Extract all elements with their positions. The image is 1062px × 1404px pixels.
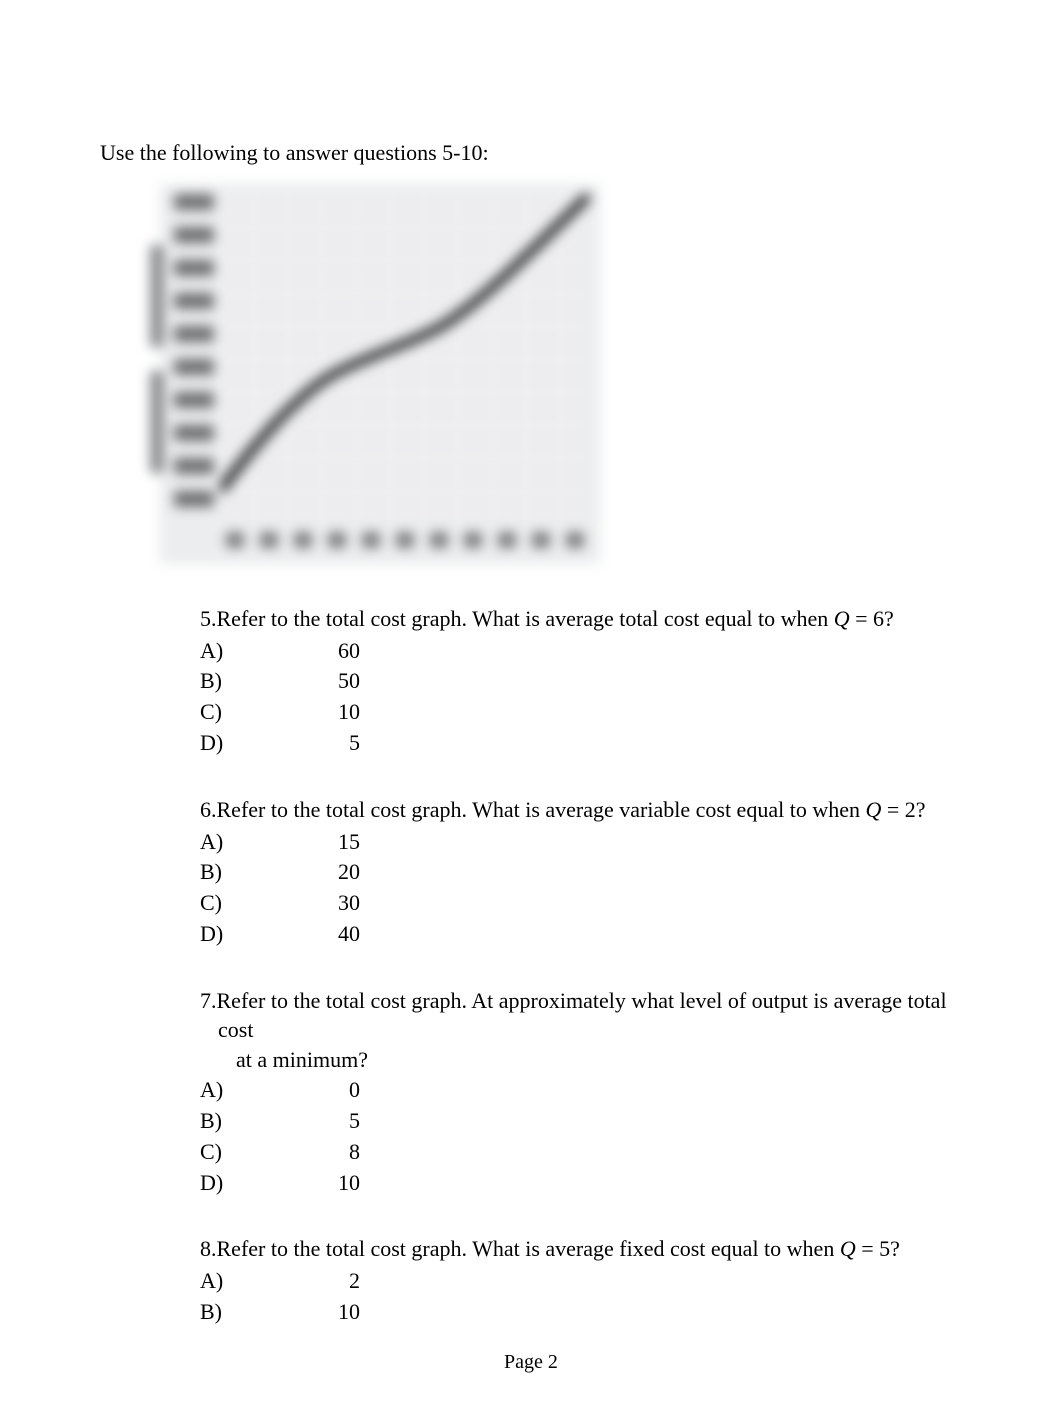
question-5-text: 5.Refer to the total cost graph. What is… — [200, 604, 962, 634]
question-text-post: = 6? — [850, 606, 894, 631]
chart-curve — [220, 194, 590, 524]
question-8-options: A)2 B)10 — [200, 1266, 962, 1328]
option-row: A)60 — [200, 636, 962, 667]
question-6: 6.Refer to the total cost graph. What is… — [200, 795, 962, 950]
question-5: 5.Refer to the total cost graph. What is… — [200, 604, 962, 759]
option-letter: B) — [200, 666, 310, 697]
option-row: D)10 — [200, 1168, 962, 1199]
option-row: A)15 — [200, 827, 962, 858]
chart-y-ticks — [160, 194, 220, 524]
option-row: D)40 — [200, 919, 962, 950]
option-row: C)30 — [200, 888, 962, 919]
question-text-pre: Refer to the total cost graph. What is a… — [217, 1236, 840, 1261]
option-row: B)5 — [200, 1106, 962, 1137]
option-letter: B) — [200, 1297, 310, 1328]
option-letter: B) — [200, 857, 310, 888]
option-value: 10 — [310, 1168, 360, 1199]
option-letter: C) — [200, 1137, 310, 1168]
question-7: 7.Refer to the total cost graph. At appr… — [200, 986, 962, 1199]
question-8-text: 8.Refer to the total cost graph. What is… — [200, 1234, 962, 1264]
option-value: 40 — [310, 919, 360, 950]
question-7-options: A)0 B)5 C)8 D)10 — [200, 1075, 962, 1198]
option-letter: A) — [200, 827, 310, 858]
option-letter: D) — [200, 728, 310, 759]
total-cost-chart — [160, 184, 600, 564]
option-value: 10 — [310, 697, 360, 728]
option-value: 2 — [310, 1266, 360, 1297]
option-value: 60 — [310, 636, 360, 667]
question-number: 6. — [200, 797, 217, 822]
question-6-text: 6.Refer to the total cost graph. What is… — [200, 795, 962, 825]
question-number: 7. — [200, 988, 217, 1013]
option-letter: A) — [200, 1266, 310, 1297]
question-variable: Q — [865, 797, 881, 822]
option-row: C)8 — [200, 1137, 962, 1168]
option-letter: A) — [200, 1075, 310, 1106]
option-row: B)20 — [200, 857, 962, 888]
question-variable: Q — [834, 606, 850, 631]
option-row: B)10 — [200, 1297, 962, 1328]
question-7-subline: at a minimum? — [200, 1047, 962, 1073]
question-text-post: = 5? — [856, 1236, 900, 1261]
question-number: 8. — [200, 1236, 217, 1261]
option-letter: D) — [200, 1168, 310, 1199]
option-letter: C) — [200, 697, 310, 728]
chart-container — [160, 184, 962, 564]
option-value: 8 — [310, 1137, 360, 1168]
option-value: 5 — [310, 728, 360, 759]
instruction-text: Use the following to answer questions 5-… — [100, 140, 962, 166]
question-text-pre: Refer to the total cost graph. What is a… — [217, 797, 866, 822]
option-letter: D) — [200, 919, 310, 950]
question-5-options: A)60 B)50 C)10 D)5 — [200, 636, 962, 759]
question-6-options: A)15 B)20 C)30 D)40 — [200, 827, 962, 950]
question-8: 8.Refer to the total cost graph. What is… — [200, 1234, 962, 1327]
option-value: 50 — [310, 666, 360, 697]
option-value: 0 — [310, 1075, 360, 1106]
option-letter: A) — [200, 636, 310, 667]
option-row: A)0 — [200, 1075, 962, 1106]
question-7-text: 7.Refer to the total cost graph. At appr… — [200, 986, 962, 1045]
chart-x-ticks — [220, 532, 590, 556]
option-row: B)50 — [200, 666, 962, 697]
option-value: 15 — [310, 827, 360, 858]
question-variable: Q — [840, 1236, 856, 1261]
page-number: Page 2 — [0, 1351, 1062, 1374]
option-row: D)5 — [200, 728, 962, 759]
question-text-pre: Refer to the total cost graph. What is a… — [217, 606, 834, 631]
option-letter: B) — [200, 1106, 310, 1137]
question-number: 5. — [200, 606, 217, 631]
option-value: 5 — [310, 1106, 360, 1137]
page: Use the following to answer questions 5-… — [0, 0, 1062, 1404]
option-value: 10 — [310, 1297, 360, 1328]
question-text-pre: Refer to the total cost graph. At approx… — [217, 988, 947, 1043]
option-row: C)10 — [200, 697, 962, 728]
option-letter: C) — [200, 888, 310, 919]
question-text-post: = 2? — [881, 797, 925, 822]
option-row: A)2 — [200, 1266, 962, 1297]
option-value: 30 — [310, 888, 360, 919]
option-value: 20 — [310, 857, 360, 888]
